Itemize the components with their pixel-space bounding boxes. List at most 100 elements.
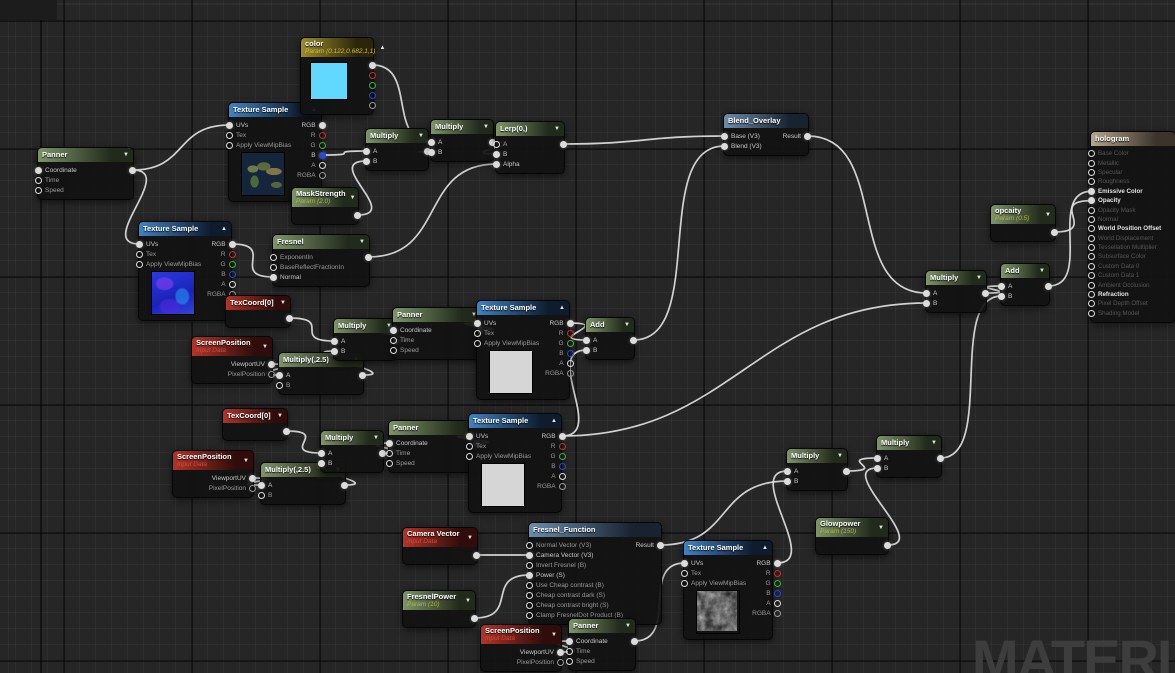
out-pin[interactable] [557,658,564,666]
node-ts_white2[interactable]: Texture Sample ▲ UVs Tex Apply ViewMipBias RG… [466,413,566,513]
in-pin[interactable] [1088,225,1095,233]
collapse-down-icon[interactable]: ▼ [551,632,557,638]
node-blend_overlay[interactable]: Blend_Overlay Base (V3) Blend (V3) Result [721,113,811,156]
in-pin[interactable] [474,329,481,337]
in-pin[interactable] [226,141,233,149]
collapse-up-icon[interactable]: ▲ [762,545,768,551]
out-pin[interactable] [369,91,376,99]
in-pin[interactable] [428,138,435,146]
node-mul3[interactable]: Multiply ▼ A B [331,318,399,361]
texture-thumbnail-world[interactable] [241,152,285,196]
in-pin[interactable] [258,481,265,489]
in-pin[interactable] [276,371,283,379]
out-pin[interactable] [558,442,566,450]
node-fresnelfunc[interactable]: Fresnel_Function Normal Vector (V3) Camera… [526,522,664,625]
out-pin[interactable] [566,339,574,347]
node-ts_gray[interactable]: Texture Sample ▲ UVs Tex Apply ViewMipBias RG… [681,540,781,640]
out-pin[interactable] [228,250,236,258]
in-pin[interactable] [386,449,393,457]
collapse-down-icon[interactable]: ▼ [350,195,356,201]
in-pin[interactable] [784,477,791,485]
out-pin[interactable] [318,131,326,139]
in-pin[interactable] [363,147,370,155]
collapse-down-icon[interactable]: ▼ [280,300,286,306]
in-pin[interactable] [526,551,533,559]
in-pin[interactable] [566,637,573,645]
in-pin[interactable] [331,347,338,355]
in-pin[interactable] [784,467,791,475]
collapse-down-icon[interactable]: ▼ [554,126,560,132]
in-pin[interactable] [386,459,393,467]
in-pin[interactable] [466,442,473,450]
collapse-down-icon[interactable]: ▼ [483,124,489,130]
texture-thumbnail-white[interactable] [481,463,525,507]
in-pin[interactable] [1088,253,1095,261]
in-pin[interactable] [390,346,397,354]
out-pin[interactable] [773,569,781,577]
collapse-down-icon[interactable]: ▼ [123,152,129,158]
in-pin[interactable] [681,569,688,577]
out-pin[interactable] [473,551,480,559]
in-pin[interactable] [1088,244,1095,252]
wire[interactable] [322,150,367,156]
out-pin[interactable] [471,614,478,622]
collapse-down-icon[interactable]: ▼ [931,440,937,446]
in-pin[interactable] [466,452,473,460]
out-pin[interactable] [1051,228,1058,236]
out-pin[interactable] [228,260,236,268]
out-pin[interactable] [249,484,256,492]
node-add1[interactable]: Add ▼ A B [583,317,637,360]
wire[interactable] [368,163,497,258]
in-pin[interactable] [226,131,233,139]
out-pin[interactable] [630,336,637,344]
in-pin[interactable] [35,176,42,184]
node-hologram[interactable]: hologram Base Color Metallic Specular Roughn… [1088,131,1175,324]
out-pin[interactable] [369,71,376,79]
out-pin[interactable] [557,648,564,656]
out-pin[interactable] [566,329,574,337]
texture-thumbnail-white[interactable] [489,350,533,394]
in-pin[interactable] [1088,206,1095,214]
wire[interactable] [132,124,230,171]
in-pin[interactable] [270,263,277,271]
node-texcoord1[interactable]: TexCoord[0] ▼ [225,295,293,328]
in-pin[interactable] [526,611,533,619]
out-pin[interactable] [560,140,567,148]
node-screenpos1[interactable]: ScreenPosition Input Data ▼ ViewportUV Pixel… [191,336,275,384]
in-pin[interactable] [1088,168,1095,176]
texture-thumbnail-gray[interactable] [696,590,740,634]
in-pin[interactable] [270,253,277,261]
node-opcaity[interactable]: opcaity Param (0.5) ▼ [990,204,1058,242]
out-pin[interactable] [558,452,566,460]
out-pin[interactable] [558,432,566,440]
in-pin[interactable] [258,491,265,499]
out-pin[interactable] [566,349,574,357]
collapse-up-icon[interactable]: ▲ [221,226,227,232]
in-pin[interactable] [270,273,277,281]
in-pin[interactable] [474,339,481,347]
out-pin[interactable] [286,314,293,322]
in-pin[interactable] [428,148,435,156]
node-mul5[interactable]: Multiply ▼ A B [784,448,850,491]
wire[interactable] [846,457,878,472]
in-pin[interactable] [1088,291,1095,299]
node-panner1[interactable]: Panner ▼ Coordinate Time Speed [35,147,136,200]
in-pin[interactable] [1088,178,1095,186]
out-pin[interactable] [558,462,566,470]
out-pin[interactable] [365,253,372,261]
in-pin[interactable] [136,260,143,268]
node-camvec[interactable]: Camera Vector Input Data ▼ [402,527,480,565]
collapse-down-icon[interactable]: ▼ [976,275,982,281]
node-ts_blue[interactable]: Texture Sample ▲ UVs Tex Apply ViewMipBias RG… [136,221,236,321]
in-pin[interactable] [493,140,500,148]
out-pin[interactable] [129,166,136,174]
collapse-down-icon[interactable]: ▼ [1045,212,1051,218]
out-pin[interactable] [318,141,326,149]
in-pin[interactable] [493,150,500,158]
out-pin[interactable] [982,289,989,297]
out-pin[interactable] [566,319,574,327]
wire[interactable] [232,243,274,278]
out-pin[interactable] [657,541,664,549]
node-mul6[interactable]: Multiply ▼ A B [874,435,944,478]
wire[interactable] [807,135,927,294]
